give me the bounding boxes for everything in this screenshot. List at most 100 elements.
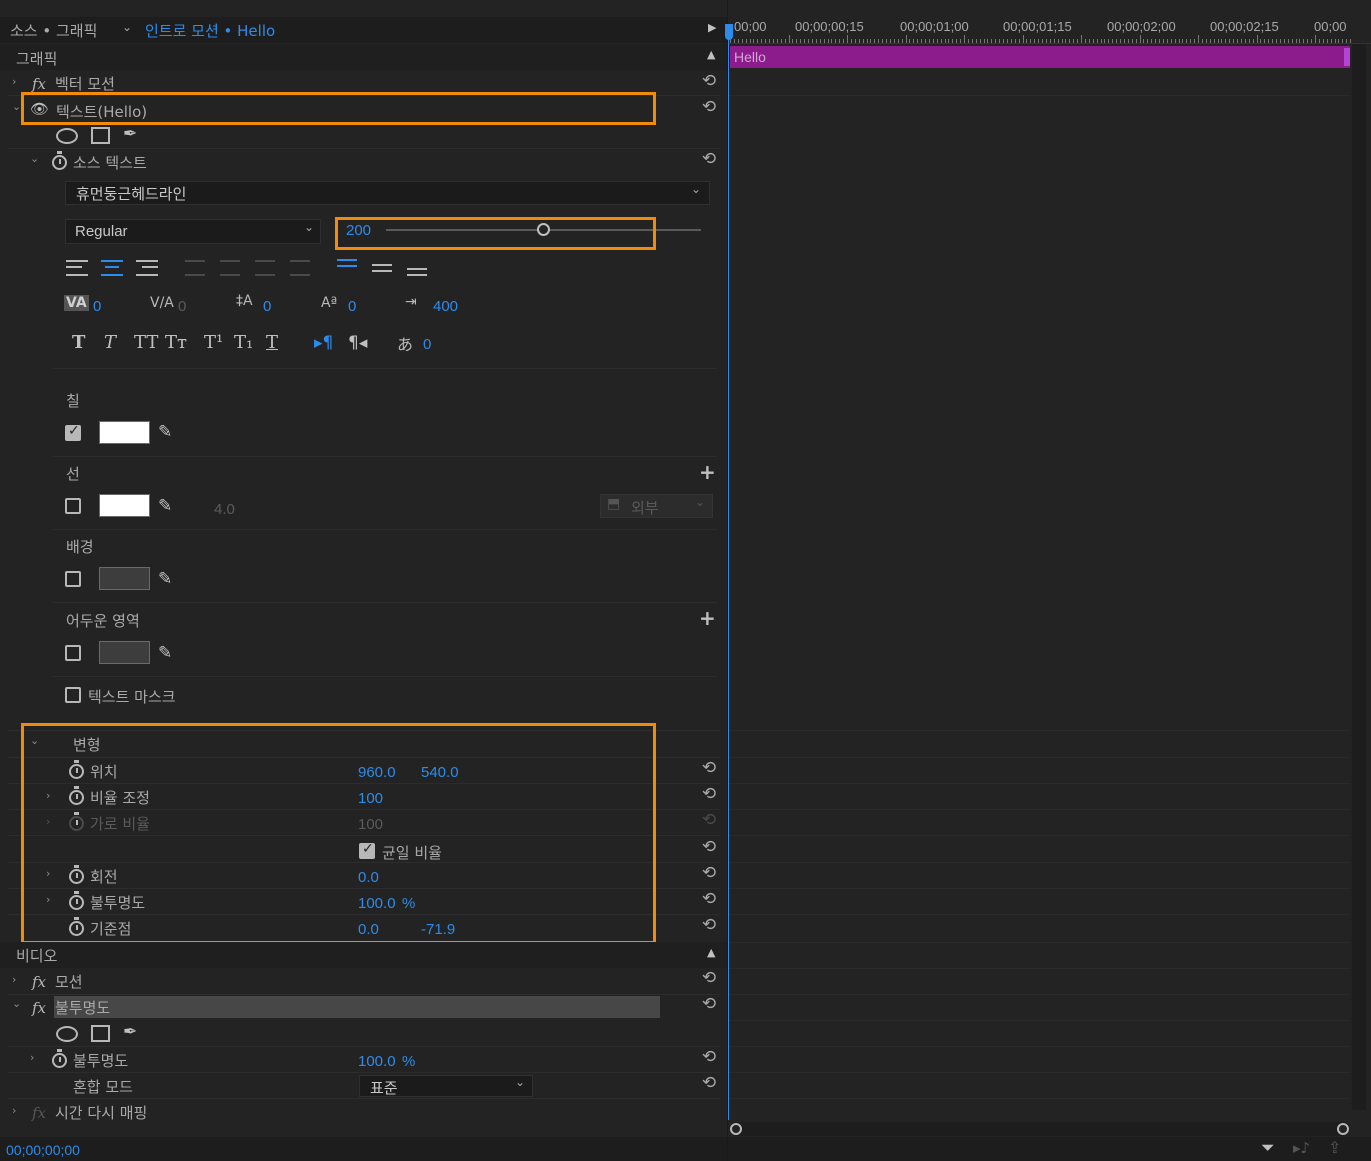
current-timecode[interactable]: 00;00;00;00 xyxy=(6,1142,80,1158)
stroke-type-dropdown[interactable]: ⬒ 외부 ⌄ xyxy=(600,494,713,518)
reset-icon[interactable]: ⟲ xyxy=(700,890,718,908)
reset-icon[interactable]: ⟲ xyxy=(700,150,718,168)
all-caps-icon[interactable]: TT xyxy=(134,332,158,353)
rectangle-mask-icon[interactable] xyxy=(91,1025,110,1042)
justify-center-icon[interactable] xyxy=(220,260,240,276)
align-middle-icon[interactable] xyxy=(372,264,392,272)
pen-mask-icon[interactable]: ✒ xyxy=(123,124,137,144)
shadow-color-swatch[interactable] xyxy=(99,641,150,664)
font-dropdown[interactable]: 휴먼둥근헤드라인 ⌄ xyxy=(65,181,710,205)
background-color-swatch[interactable] xyxy=(99,567,150,590)
chevron-right-icon[interactable]: › xyxy=(12,1104,16,1117)
small-caps-icon[interactable]: Tт xyxy=(165,332,187,353)
time-remap-label[interactable]: 시간 다시 매핑 xyxy=(55,1102,147,1123)
chevron-down-icon[interactable]: ⌄ xyxy=(30,152,39,165)
reset-icon[interactable]: ⟲ xyxy=(700,1074,718,1092)
baseline-value[interactable]: 0 xyxy=(348,298,356,315)
justify-all-icon[interactable] xyxy=(290,260,310,276)
clip-end-handle[interactable] xyxy=(1344,48,1350,66)
align-left-icon[interactable] xyxy=(66,260,88,276)
shadow-checkbox[interactable] xyxy=(65,645,81,661)
reset-icon[interactable]: ⟲ xyxy=(700,916,718,934)
tracking-value[interactable]: 0 xyxy=(178,298,186,315)
reset-icon[interactable]: ⟲ xyxy=(700,72,718,90)
vector-motion-label[interactable]: 벡터 모션 xyxy=(55,73,115,94)
justify-left-icon[interactable] xyxy=(185,260,205,276)
zoom-handle-right[interactable] xyxy=(1337,1123,1349,1135)
reset-icon[interactable]: ⟲ xyxy=(700,98,718,116)
align-top-icon[interactable] xyxy=(337,259,357,267)
stopwatch-icon[interactable] xyxy=(52,1049,67,1068)
stroke-checkbox[interactable] xyxy=(65,498,81,514)
collapse-up-icon[interactable]: ▲ xyxy=(707,946,715,959)
reset-icon[interactable]: ⟲ xyxy=(700,759,718,777)
chevron-down-icon[interactable]: ⌄ xyxy=(12,997,21,1010)
font-style-dropdown[interactable]: Regular ⌄ xyxy=(65,219,321,244)
reset-icon[interactable]: ⟲ xyxy=(700,838,718,856)
leading-value[interactable]: 0 xyxy=(263,298,271,315)
eyedropper-icon[interactable]: ✎ xyxy=(158,496,172,516)
chevron-right-icon[interactable]: › xyxy=(30,1051,34,1064)
audio-only-icon[interactable]: ▸♪ xyxy=(1293,1139,1310,1157)
chevron-down-icon[interactable]: ⌄ xyxy=(122,20,132,34)
text-mask-checkbox[interactable] xyxy=(65,687,81,703)
plus-icon[interactable]: + xyxy=(699,460,716,484)
superscript-icon[interactable]: T¹ xyxy=(204,332,223,353)
background-checkbox[interactable] xyxy=(65,571,81,587)
plus-icon[interactable]: + xyxy=(699,606,716,630)
vertical-scrollbar[interactable] xyxy=(1352,44,1366,1110)
reset-icon[interactable]: ⟲ xyxy=(700,995,718,1013)
opacity-effect-label[interactable]: 불투명도 xyxy=(55,997,110,1018)
fill-checkbox[interactable] xyxy=(65,423,81,441)
collapse-up-icon[interactable]: ▲ xyxy=(707,48,715,61)
filter-icon[interactable]: ⏷ xyxy=(1261,1138,1275,1158)
stopwatch-icon[interactable] xyxy=(52,151,67,170)
eyedropper-icon[interactable]: ✎ xyxy=(158,643,172,663)
reset-icon[interactable]: ⟲ xyxy=(700,864,718,882)
ellipse-mask-icon[interactable] xyxy=(56,1026,78,1042)
reset-icon[interactable]: ⟲ xyxy=(700,785,718,803)
source-label[interactable]: 소스 • 그래픽 xyxy=(10,20,97,41)
chevron-right-icon[interactable]: › xyxy=(12,75,16,88)
justify-right-icon[interactable] xyxy=(255,260,275,276)
video-opacity-value[interactable]: 100.0 xyxy=(358,1053,396,1070)
align-center-icon[interactable] xyxy=(101,260,123,276)
clip-hello[interactable]: Hello xyxy=(730,46,1350,68)
ruler-tick xyxy=(1096,39,1098,43)
faux-bold-icon[interactable]: T xyxy=(72,332,85,353)
stroke-color-swatch[interactable] xyxy=(99,494,150,517)
pen-mask-icon[interactable]: ✒ xyxy=(123,1022,137,1042)
fill-color-swatch[interactable] xyxy=(99,421,150,444)
export-icon[interactable]: ⇪ xyxy=(1328,1138,1341,1157)
stroke-width-value[interactable]: 4.0 xyxy=(214,501,235,518)
kerning-value[interactable]: 0 xyxy=(93,298,101,315)
rtl-direction-icon[interactable]: ¶◂ xyxy=(348,333,367,353)
zoom-scrollbar[interactable] xyxy=(730,1122,1350,1136)
tsume-value[interactable]: 0 xyxy=(423,336,431,353)
reset-icon[interactable]: ⟲ xyxy=(700,1048,718,1066)
sequence-label[interactable]: 인트로 모션 • Hello xyxy=(145,20,275,41)
playhead-handle[interactable] xyxy=(725,24,733,40)
faux-italic-icon[interactable]: T xyxy=(104,332,116,353)
align-bottom-icon[interactable] xyxy=(407,268,427,276)
time-ruler[interactable]: 00;00 00;00;00;15 00;00;01;00 00;00;01;1… xyxy=(728,17,1371,44)
subscript-icon[interactable]: T₁ xyxy=(234,332,253,353)
reset-icon[interactable]: ⟲ xyxy=(700,969,718,987)
chevron-right-icon[interactable]: › xyxy=(12,973,16,986)
underline-icon[interactable]: T xyxy=(266,332,278,353)
tab-width-value[interactable]: 400 xyxy=(433,298,458,315)
zoom-handle-left[interactable] xyxy=(730,1123,742,1135)
ellipse-mask-icon[interactable] xyxy=(56,128,78,144)
eyedropper-icon[interactable]: ✎ xyxy=(158,569,172,589)
blend-mode-dropdown[interactable]: 표준 ⌄ xyxy=(359,1075,533,1097)
ltr-direction-icon[interactable]: ▸¶ xyxy=(314,333,333,353)
motion-label[interactable]: 모션 xyxy=(55,971,83,992)
rectangle-mask-icon[interactable] xyxy=(91,127,110,144)
eyedropper-icon[interactable]: ✎ xyxy=(158,422,172,442)
playhead-line[interactable] xyxy=(728,24,729,1120)
play-triangle-icon[interactable]: ▶ xyxy=(708,21,716,34)
chevron-down-icon[interactable]: ⌄ xyxy=(12,100,21,113)
opacity-effect-row[interactable] xyxy=(54,996,660,1018)
text-mask-label[interactable]: 텍스트 마스크 xyxy=(88,686,176,707)
align-right-icon[interactable] xyxy=(136,260,158,276)
